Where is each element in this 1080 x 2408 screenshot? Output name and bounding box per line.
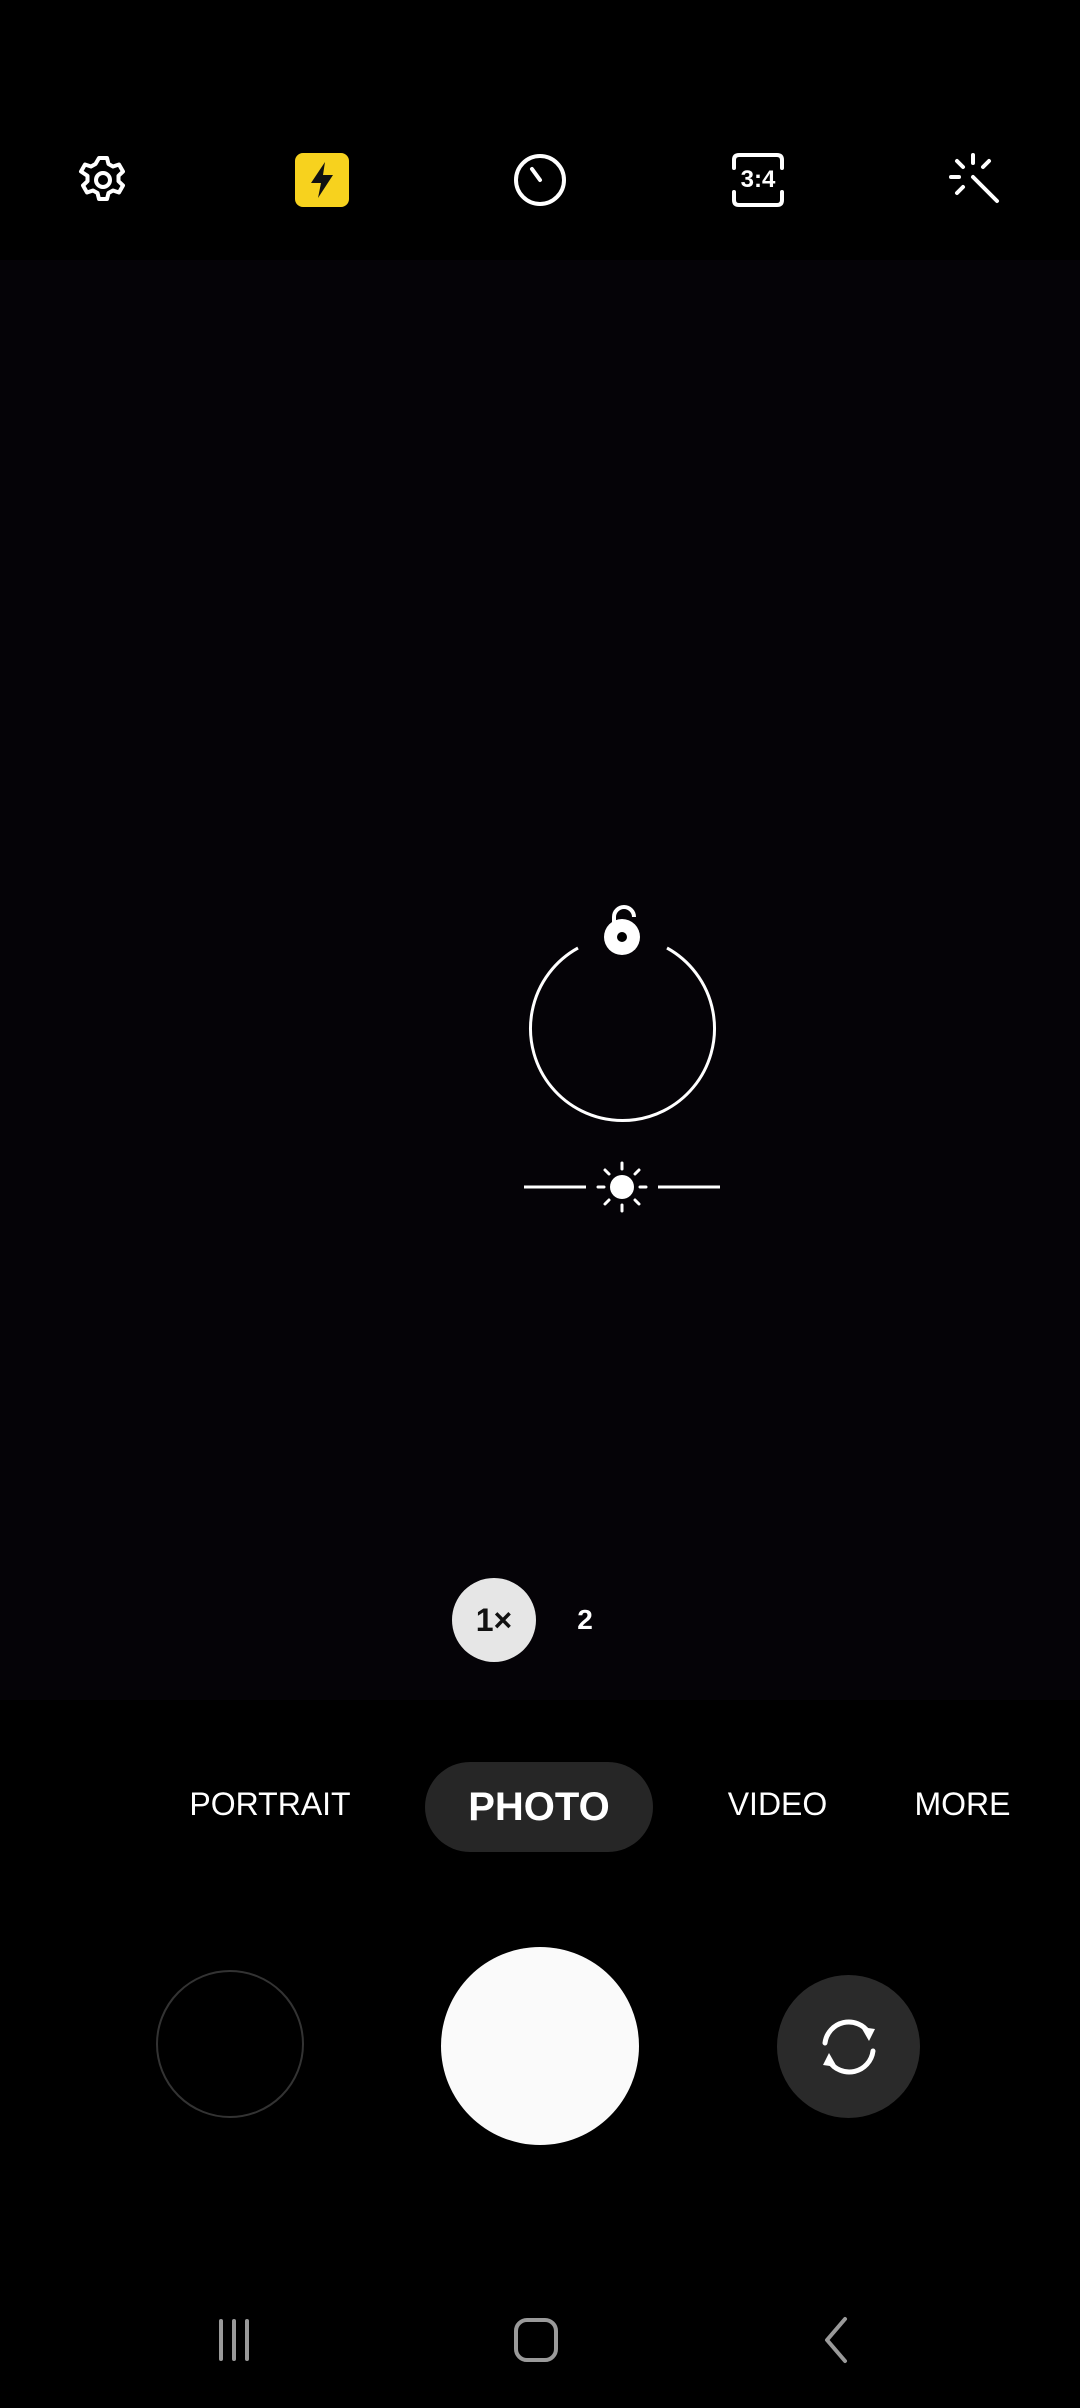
aspect-ratio-button[interactable]: 3:4 [723,145,793,215]
recents-icon [219,2319,249,2361]
mode-video[interactable]: VIDEO [720,1772,835,1836]
focus-ring[interactable] [520,905,725,1130]
zoom-2x-button[interactable]: 2 [560,1598,610,1642]
switch-camera-icon [822,2018,875,2075]
home-icon [514,2318,558,2362]
lock-icon [604,905,640,955]
sun-icon [596,1161,648,1213]
gallery-thumbnail[interactable] [156,1970,304,2118]
flash-icon [295,153,349,207]
mode-portrait[interactable]: PORTRAIT [180,1772,360,1836]
flash-button[interactable] [287,145,357,215]
settings-button[interactable] [68,145,138,215]
back-button[interactable] [798,2300,878,2380]
timer-button[interactable] [505,145,575,215]
ratio-icon: 3:4 [728,150,788,210]
aspect-ratio-label: 3:4 [740,166,776,193]
switch-camera-button[interactable] [777,1975,920,2118]
magic-wand-icon [949,153,999,203]
exposure-slider[interactable] [520,1160,725,1215]
timer-icon [514,154,566,206]
back-icon [825,2317,847,2363]
home-button[interactable] [496,2300,576,2380]
shutter-button[interactable] [441,1947,639,2145]
recents-button[interactable] [194,2300,274,2380]
filters-button[interactable] [941,145,1011,215]
gear-icon [79,156,125,201]
mode-photo[interactable]: PHOTO [425,1762,653,1852]
zoom-1x-button[interactable]: 1× [452,1578,536,1662]
mode-more[interactable]: MORE [905,1772,1020,1836]
